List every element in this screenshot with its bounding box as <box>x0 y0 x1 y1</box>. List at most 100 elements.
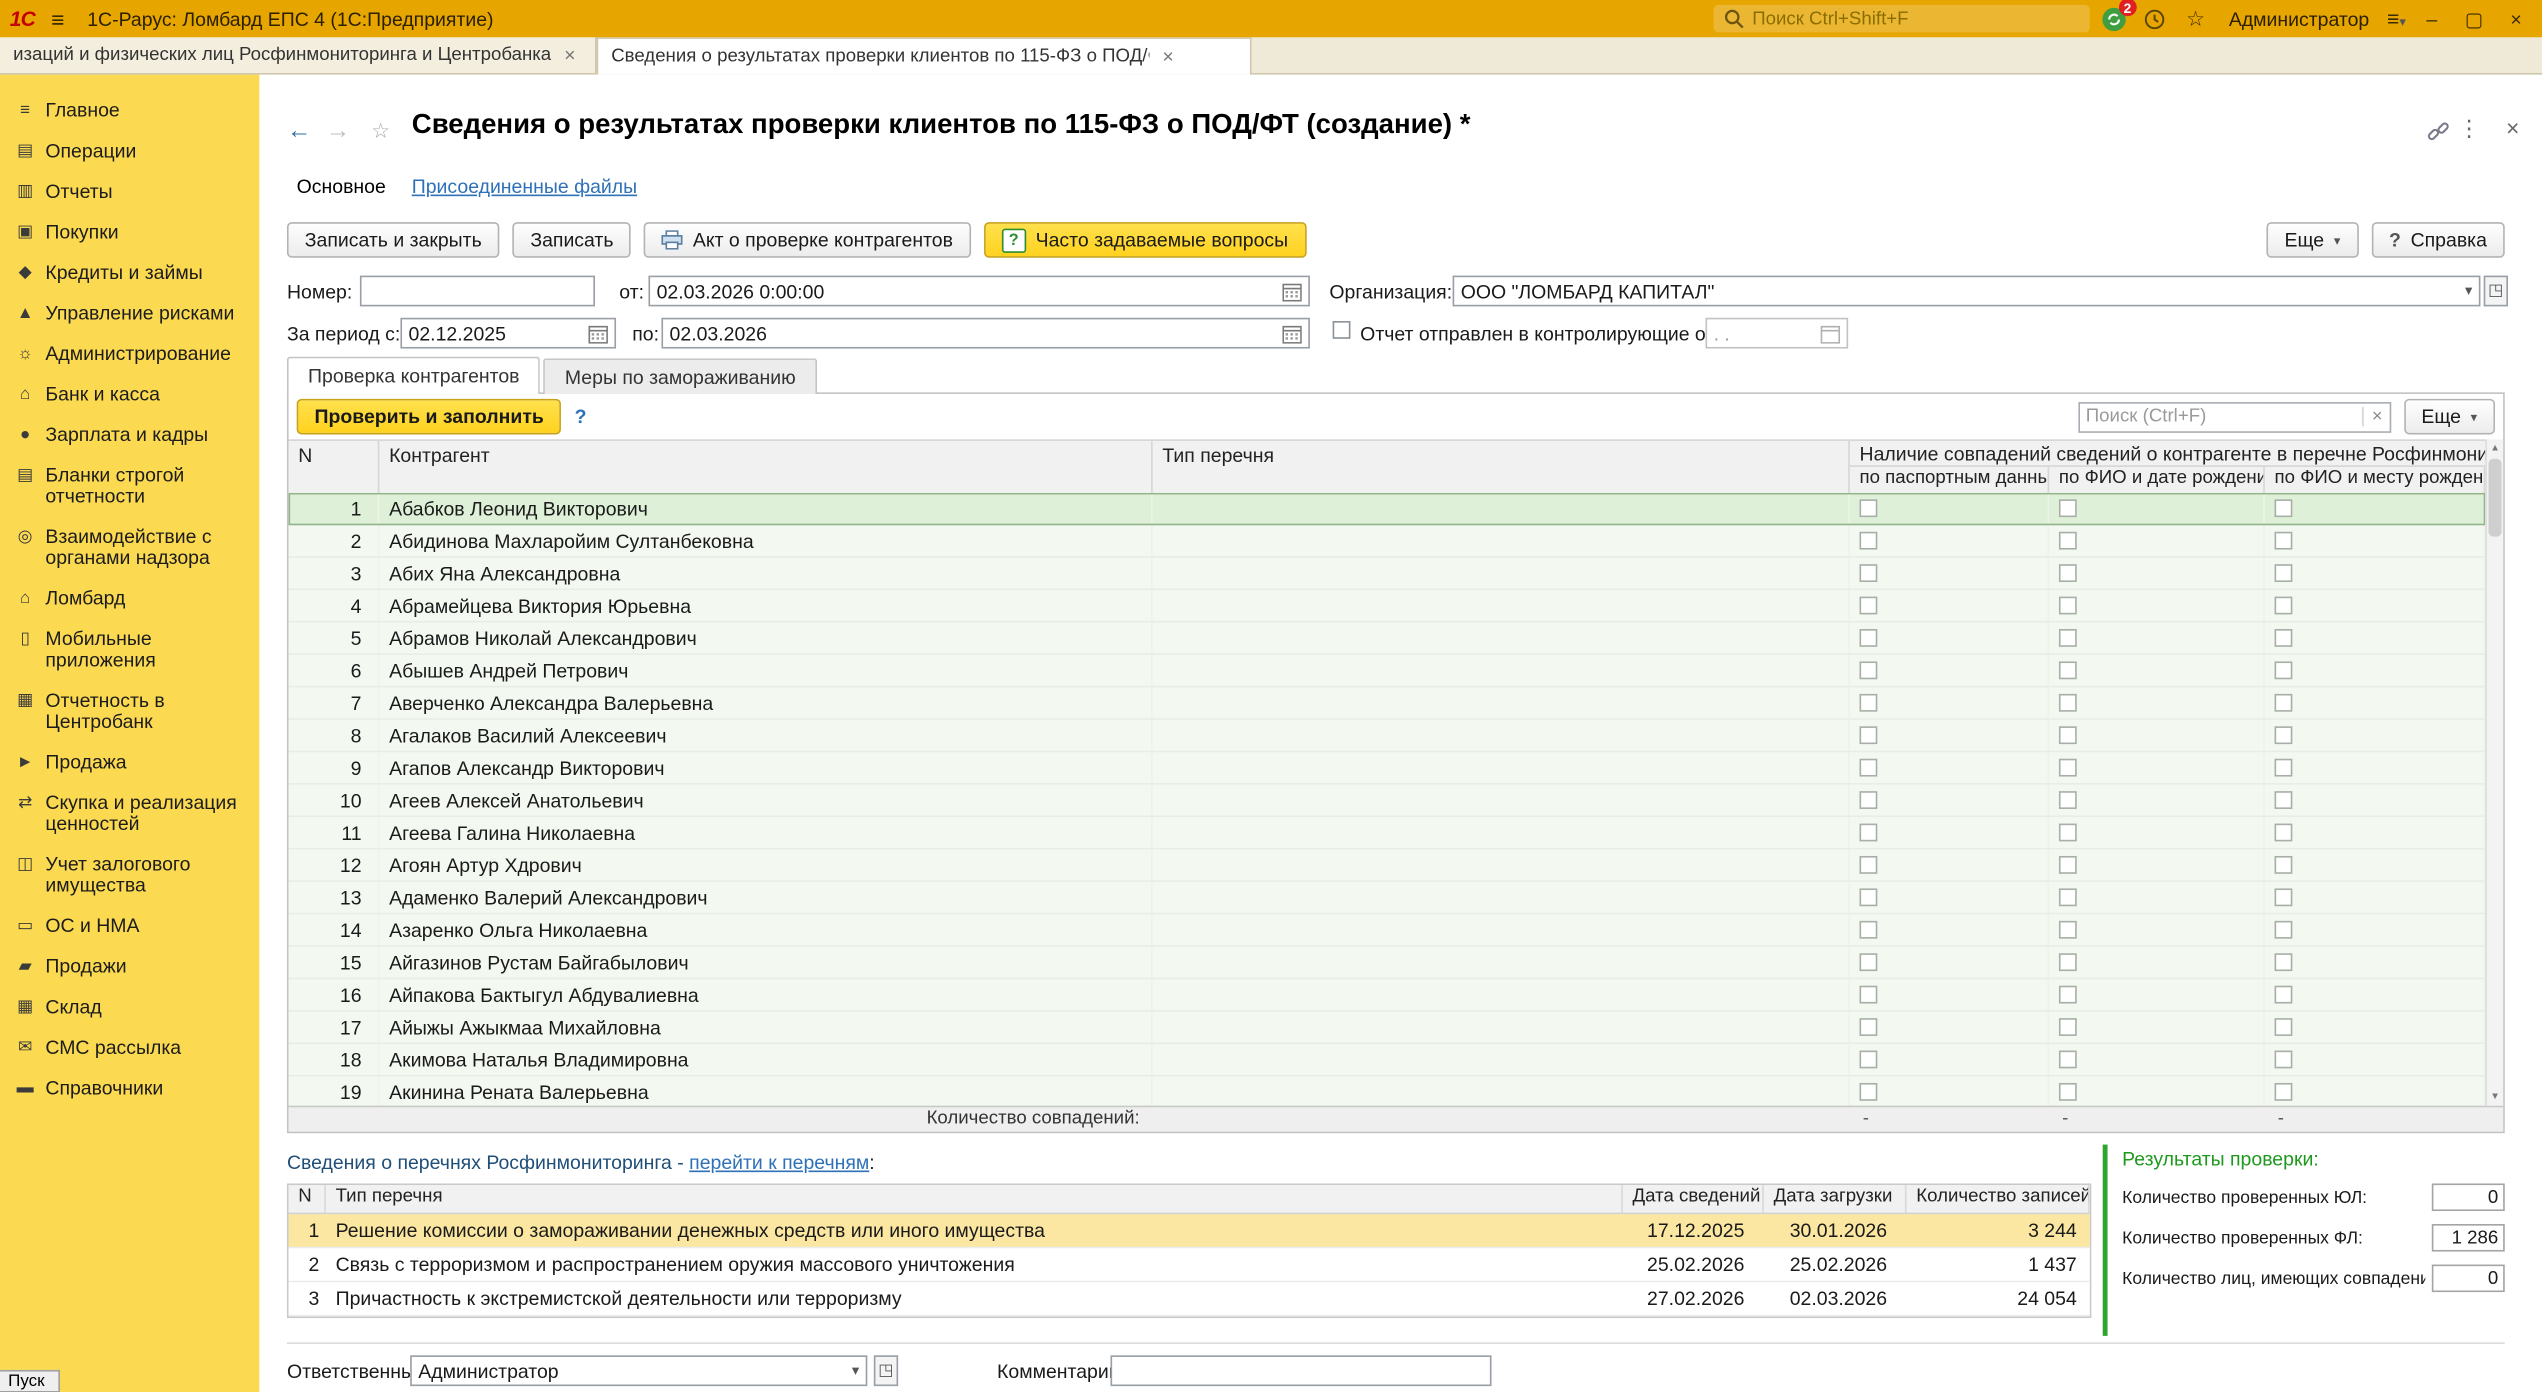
match-fio-birthdate-checkbox[interactable] <box>2059 597 2077 615</box>
match-passport-checkbox[interactable] <box>1860 791 1878 809</box>
tab-check-results[interactable]: Сведения о результатах проверки клиентов… <box>597 37 1252 74</box>
goto-lists-link[interactable]: перейти к перечням <box>689 1151 869 1174</box>
sidebar-item-central-bank-reporting[interactable]: ▦Отчетность в Центробанк <box>0 681 259 743</box>
match-fio-birthplace-checkbox[interactable] <box>2275 629 2293 647</box>
report-sent-checkbox[interactable] <box>1333 321 1351 339</box>
contractor-row[interactable]: 7Аверченко Александра Валерьевна <box>289 687 2486 719</box>
match-fio-birthplace-checkbox[interactable] <box>2275 888 2293 906</box>
back-arrow-icon[interactable]: ← <box>287 117 311 145</box>
tab-close-icon[interactable]: × <box>564 44 575 67</box>
contractor-row[interactable]: 15Айгазинов Рустам Байгабылович <box>289 947 2486 979</box>
col-list-type[interactable]: Тип перечня <box>1153 441 1850 494</box>
match-fio-birthplace-checkbox[interactable] <box>2275 1051 2293 1069</box>
dropdown-icon[interactable]: ▾ <box>2465 282 2472 300</box>
match-fio-birthdate-checkbox[interactable] <box>2059 1083 2077 1101</box>
match-passport-checkbox[interactable] <box>1860 694 1878 712</box>
sidebar-item-warehouse[interactable]: ▦Склад <box>0 987 259 1028</box>
match-passport-checkbox[interactable] <box>1860 499 1878 517</box>
match-passport-checkbox[interactable] <box>1860 856 1878 874</box>
match-passport-checkbox[interactable] <box>1860 824 1878 842</box>
number-input[interactable] <box>360 276 595 307</box>
global-search-input[interactable]: Поиск Ctrl+Shift+F <box>1713 5 2089 33</box>
match-fio-birthplace-checkbox[interactable] <box>2275 953 2293 971</box>
match-passport-checkbox[interactable] <box>1860 564 1878 582</box>
contractor-row[interactable]: 3Абих Яна Александровна <box>289 558 2486 590</box>
sidebar-item-purchases[interactable]: ▣Покупки <box>0 212 259 253</box>
match-fio-birthdate-checkbox[interactable] <box>2059 694 2077 712</box>
col-load-date[interactable]: Дата загрузки <box>1764 1185 1907 1213</box>
organization-open-button[interactable]: ◳ <box>2484 276 2508 307</box>
more-button[interactable]: Еще▾ <box>2267 222 2358 258</box>
col-list-type[interactable]: Тип перечня <box>326 1185 1623 1213</box>
contractor-row[interactable]: 11Агеева Галина Николаевна <box>289 817 2486 849</box>
contractor-row[interactable]: 19Акинина Рената Валерьевна <box>289 1076 2486 1108</box>
table-scrollbar[interactable]: ▲ ▼ <box>2485 439 2503 1105</box>
comment-input[interactable] <box>1111 1355 1492 1386</box>
start-button[interactable]: Пуск <box>0 1370 60 1392</box>
updates-notification-icon[interactable]: 2 <box>2099 3 2130 34</box>
match-passport-checkbox[interactable] <box>1860 1083 1878 1101</box>
contractor-row[interactable]: 10Агеев Алексей Анатольевич <box>289 785 2486 817</box>
match-passport-checkbox[interactable] <box>1860 629 1878 647</box>
sidebar-item-reports[interactable]: ▥Отчеты <box>0 172 259 213</box>
sidebar-item-sms[interactable]: ✉СМС рассылка <box>0 1028 259 1069</box>
match-passport-checkbox[interactable] <box>1860 986 1878 1004</box>
sidebar-item-main[interactable]: ≡Главное <box>0 91 259 132</box>
sidebar-item-administration[interactable]: ☼Администрирование <box>0 334 259 375</box>
match-fio-birthdate-checkbox[interactable] <box>2059 986 2077 1004</box>
match-fio-birthplace-checkbox[interactable] <box>2275 726 2293 744</box>
match-fio-birthplace-checkbox[interactable] <box>2275 564 2293 582</box>
sidebar-item-credits-loans[interactable]: ◆Кредиты и займы <box>0 253 259 294</box>
tab-check-contractors[interactable]: Проверка контрагентов <box>287 357 541 394</box>
contractor-row[interactable]: 14Азаренко Ольга Николаевна <box>289 914 2486 946</box>
calendar-icon[interactable] <box>1282 323 1301 342</box>
calendar-icon[interactable] <box>588 323 607 342</box>
contractor-row[interactable]: 5Абрамов Николай Александрович <box>289 623 2486 655</box>
match-fio-birthdate-checkbox[interactable] <box>2059 726 2077 744</box>
check-help-link[interactable]: ? <box>575 405 587 428</box>
settings-menu-icon[interactable]: ≡▾ <box>2387 6 2406 30</box>
list-row[interactable]: 3Причастность к экстремистской деятельно… <box>289 1282 2090 1316</box>
match-fio-birthplace-checkbox[interactable] <box>2275 921 2293 939</box>
tab-freeze-measures[interactable]: Меры по замораживанию <box>544 358 817 394</box>
clear-search-icon[interactable]: × <box>2362 407 2382 426</box>
match-fio-birthdate-checkbox[interactable] <box>2059 824 2077 842</box>
sidebar-item-pawnshop[interactable]: ⌂Ломбард <box>0 579 259 620</box>
match-fio-birthplace-checkbox[interactable] <box>2275 499 2293 517</box>
col-contractor[interactable]: Контрагент <box>379 441 1152 494</box>
match-fio-birthdate-checkbox[interactable] <box>2059 532 2077 550</box>
match-fio-birthplace-checkbox[interactable] <box>2275 791 2293 809</box>
sidebar-item-os-nma[interactable]: ▭ОС и НМА <box>0 906 259 947</box>
scroll-thumb[interactable] <box>2489 459 2502 537</box>
responsible-combo[interactable]: Администратор ▾ <box>410 1355 867 1386</box>
match-fio-birthdate-checkbox[interactable] <box>2059 661 2077 679</box>
date-input[interactable]: 02.03.2026 0:00:00 <box>648 276 1309 307</box>
more-actions-icon[interactable]: ⋮ <box>2458 115 2481 143</box>
contractor-row[interactable]: 2Абидинова Махларойим Султанбековна <box>289 525 2486 557</box>
match-passport-checkbox[interactable] <box>1860 953 1878 971</box>
sidebar-item-mobile-apps[interactable]: ▯Мобильные приложения <box>0 619 259 681</box>
match-passport-checkbox[interactable] <box>1860 597 1878 615</box>
tab-attached-files[interactable]: Присоединенные файлы <box>412 175 637 198</box>
main-menu-icon[interactable]: ≡ <box>51 6 64 32</box>
contractor-row[interactable]: 16Айпакова Бактыгул Абдувалиевна <box>289 979 2486 1011</box>
table-search-input[interactable]: Поиск (Ctrl+F) × <box>2078 401 2391 432</box>
match-fio-birthplace-checkbox[interactable] <box>2275 759 2293 777</box>
col-fio-birthdate[interactable]: по ФИО и дате рождения <box>2049 467 2265 495</box>
match-fio-birthplace-checkbox[interactable] <box>2275 986 2293 1004</box>
match-fio-birthdate-checkbox[interactable] <box>2059 1018 2077 1036</box>
calendar-icon[interactable] <box>1821 323 1840 342</box>
close-window-button[interactable]: × <box>2500 4 2532 33</box>
save-close-button[interactable]: Записать и закрыть <box>287 222 500 258</box>
match-fio-birthplace-checkbox[interactable] <box>2275 532 2293 550</box>
sidebar-item-operations[interactable]: ▤Операции <box>0 131 259 172</box>
col-n[interactable]: N <box>289 441 380 494</box>
match-fio-birthdate-checkbox[interactable] <box>2059 921 2077 939</box>
history-icon[interactable] <box>2140 3 2171 34</box>
contractor-row[interactable]: 18Акимова Наталья Владимировна <box>289 1044 2486 1076</box>
col-record-count[interactable]: Количество записей <box>1907 1185 2090 1213</box>
contractor-row[interactable]: 8Агалаков Василий Алексеевич <box>289 720 2486 752</box>
match-fio-birthdate-checkbox[interactable] <box>2059 856 2077 874</box>
scroll-up-icon[interactable]: ▲ <box>2487 439 2503 457</box>
match-passport-checkbox[interactable] <box>1860 1018 1878 1036</box>
